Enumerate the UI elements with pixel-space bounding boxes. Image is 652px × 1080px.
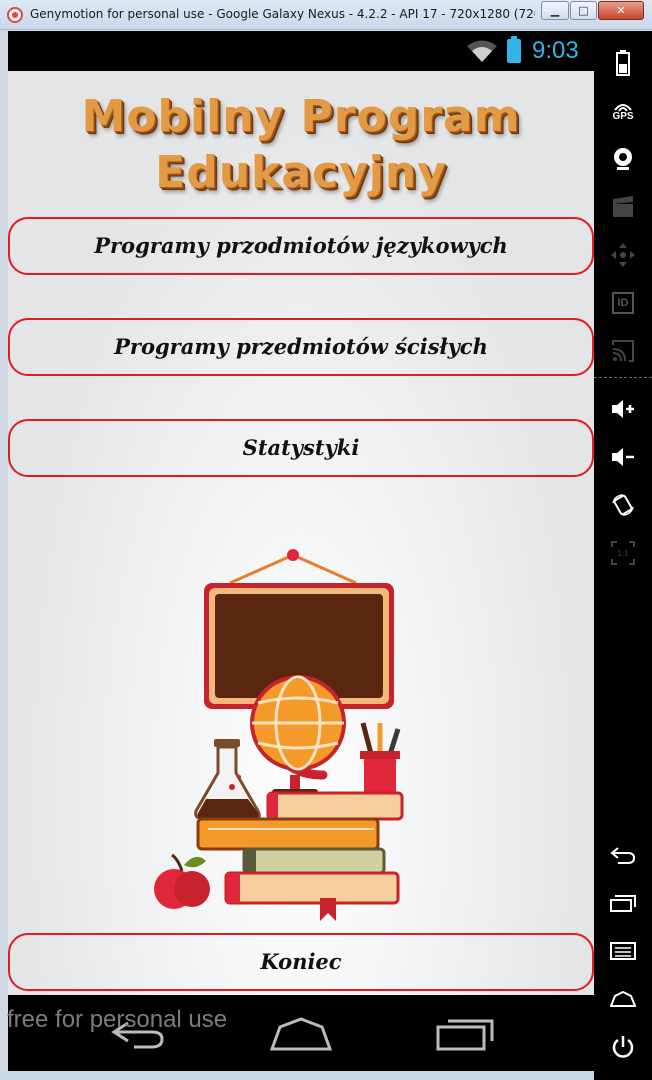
language-programs-button[interactable]: Programy przodmiotów językowych	[8, 217, 594, 275]
blackboard-hanger	[229, 549, 357, 585]
device-id-icon[interactable]: ID	[603, 283, 643, 323]
app-logo: Mobilny Program Edukacyjny	[8, 89, 594, 201]
android-device-screen: 9:03 Mobilny Program Edukacyjny Programy…	[8, 31, 594, 1071]
globe	[250, 675, 346, 797]
lab-flask	[194, 739, 261, 821]
genymotion-icon	[7, 7, 23, 23]
gps-label: GPS	[612, 111, 634, 122]
status-bar: 9:03	[8, 31, 594, 71]
rotate-icon[interactable]	[603, 485, 643, 525]
gps-widget-icon[interactable]: GPS	[603, 91, 643, 131]
genymotion-side-panel: GPS ID 1:1	[594, 31, 652, 1080]
maximize-button[interactable]: □	[570, 1, 597, 20]
cast-icon[interactable]	[603, 331, 643, 371]
minimize-button[interactable]: ▁	[541, 1, 569, 20]
webcam-widget-icon[interactable]	[603, 139, 643, 179]
dpad-icon[interactable]	[603, 235, 643, 275]
pencil-cup	[360, 722, 401, 793]
volume-down-icon[interactable]	[603, 437, 643, 477]
window-titlebar: Genymotion for personal use - Google Gal…	[0, 0, 652, 30]
panel-separator	[594, 377, 652, 378]
window-bottom-border	[0, 1071, 594, 1080]
education-illustration	[154, 549, 404, 921]
battery-icon	[507, 36, 521, 63]
logo-line-1: Mobilny Program	[81, 91, 521, 142]
app-main-screen: Mobilny Program Edukacyjny Programy przo…	[8, 71, 594, 995]
apple	[154, 853, 210, 909]
volume-up-icon[interactable]	[603, 389, 643, 429]
science-programs-button[interactable]: Programy przedmiotów ścisłych	[8, 318, 594, 376]
exit-button[interactable]: Koniec	[8, 933, 594, 991]
statistics-button[interactable]: Statystyki	[8, 419, 594, 477]
pixel-perfect-icon[interactable]: 1:1	[603, 533, 643, 573]
logo-line-2: Edukacyjny	[155, 147, 447, 198]
home-icon[interactable]	[270, 1017, 332, 1051]
close-button[interactable]: ✕	[598, 1, 644, 20]
recents-icon[interactable]	[436, 1017, 496, 1051]
android-home-icon[interactable]	[603, 979, 643, 1019]
wifi-icon	[467, 40, 497, 62]
clapperboard-icon[interactable]	[603, 187, 643, 227]
watermark-text: free for personal use	[7, 1006, 228, 1033]
ratio-label: 1:1	[617, 549, 629, 558]
power-icon[interactable]	[603, 1027, 643, 1067]
status-clock: 9:03	[532, 37, 579, 64]
android-menu-icon[interactable]	[603, 931, 643, 971]
battery-widget-icon[interactable]	[603, 43, 643, 83]
id-label: ID	[612, 292, 634, 314]
android-back-icon[interactable]	[603, 835, 643, 875]
android-recents-icon[interactable]	[603, 883, 643, 923]
window-title: Genymotion for personal use - Google Gal…	[30, 7, 535, 21]
